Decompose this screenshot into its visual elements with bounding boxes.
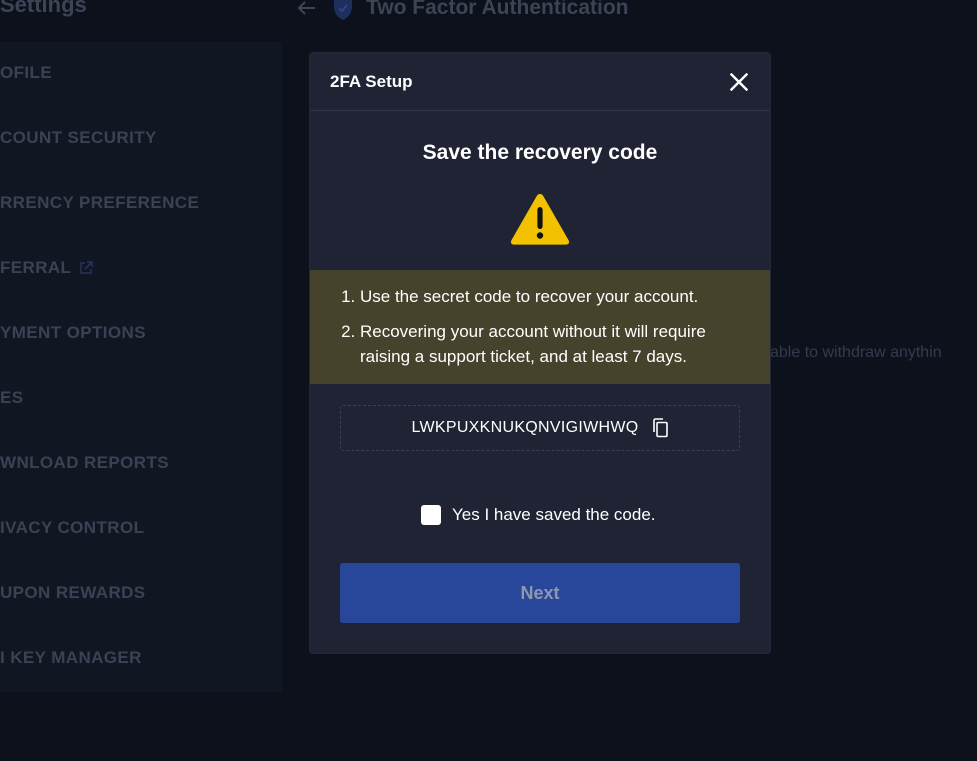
recovery-code-box: LWKPUXKNUKQNVIGIWHWQ [340,405,740,451]
background-body-text: able to withdraw anythin [770,344,942,361]
back-arrow-icon[interactable] [296,0,316,16]
recovery-code[interactable]: LWKPUXKNUKQNVIGIWHWQ [411,419,638,437]
settings-title: Settings [0,0,87,17]
sidebar-item-label: I KEY MANAGER [0,648,142,667]
sidebar-item-api-key-manager[interactable]: I KEY MANAGER [0,646,142,670]
sidebar-item-currency-preference[interactable]: RRENCY PREFERENCE [0,191,199,215]
sidebar-item-label: FERRAL [0,258,72,277]
settings-sidebar: OFILE COUNT SECURITY RRENCY PREFERENCE F… [0,42,282,692]
confirm-saved-row[interactable]: Yes I have saved the code. [421,505,656,525]
sidebar-item-referral[interactable]: FERRAL [0,256,94,280]
sidebar-item-coupon-rewards[interactable]: UPON REWARDS [0,581,146,605]
sidebar-item-account-security[interactable]: COUNT SECURITY [0,126,157,150]
sidebar-item-download-reports[interactable]: WNLOAD REPORTS [0,451,169,475]
next-button[interactable]: Next [340,563,740,623]
modal-heading: Save the recovery code [422,141,658,164]
modal-header: 2FA Setup [310,53,770,111]
page-header: Two Factor Authentication [296,0,629,24]
close-button[interactable] [728,71,750,93]
sidebar-item-label: ES [0,388,24,407]
sidebar-item-label: RRENCY PREFERENCE [0,193,200,212]
notice-item: Recovering your account without it will … [360,319,750,369]
shield-icon [334,0,352,20]
sidebar-item-label: WNLOAD REPORTS [0,453,169,472]
sidebar-item-profile[interactable]: OFILE [0,61,52,85]
sidebar-item-label: YMENT OPTIONS [0,323,146,342]
notice-item: Use the secret code to recover your acco… [360,284,750,309]
copy-icon[interactable] [651,418,669,438]
sidebar-item-privacy-control[interactable]: IVACY CONTROL [0,516,144,540]
page-title: Two Factor Authentication [366,0,629,19]
modal-title: 2FA Setup [330,71,413,91]
sidebar-item-payment-options[interactable]: YMENT OPTIONS [0,321,146,345]
sidebar-item-label: IVACY CONTROL [0,518,145,537]
page: Settings Two Factor Authentication OFILE… [0,0,977,761]
confirm-saved-label[interactable]: Yes I have saved the code. [452,505,656,525]
close-icon [730,72,748,91]
sidebar-item-label: UPON REWARDS [0,583,146,602]
warning-triangle-icon [510,194,570,245]
twofa-setup-modal: 2FA Setup Save the recovery code Use the… [310,53,770,653]
warning-notice: Use the secret code to recover your acco… [310,270,770,384]
external-link-icon [80,261,94,274]
sidebar-item-label: OFILE [0,63,53,82]
notice-list: Use the secret code to recover your acco… [338,284,750,369]
sidebar-item-fees[interactable]: ES [0,386,23,410]
sidebar-item-label: COUNT SECURITY [0,128,157,147]
confirm-saved-checkbox[interactable] [421,505,441,525]
